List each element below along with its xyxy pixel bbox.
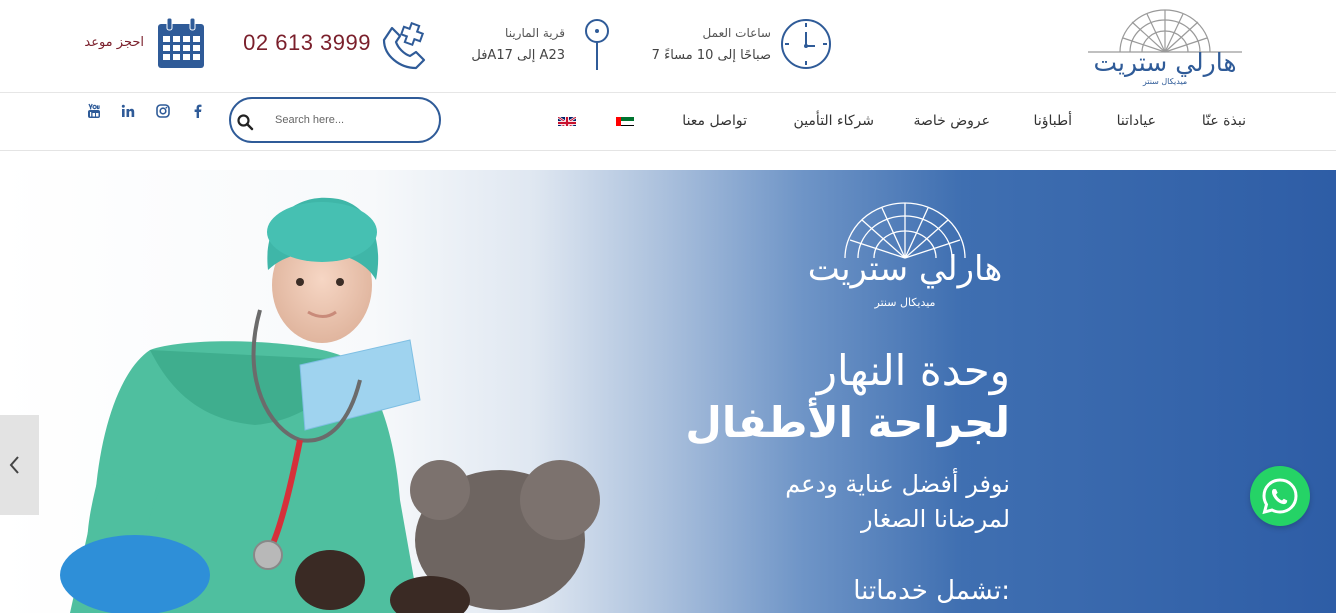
address-value: فلA17 إلى A23 [471, 48, 565, 63]
hours-title: ساعات العمل [702, 26, 771, 40]
linkedin-icon[interactable] [120, 103, 136, 119]
hero-services-heading: تشمل خدماتنا: [853, 576, 1010, 606]
nav-item-contact[interactable]: تواصل معنا [682, 113, 747, 129]
slider-prev-button[interactable] [0, 415, 39, 515]
hero-logo-subtitle: ميديكال سنتر [874, 296, 936, 309]
youtube-icon[interactable] [86, 103, 102, 119]
hero-slider: هارلي ستريت ميديكال سنتر وحدة النهار لجر… [0, 170, 1336, 613]
phone-icon [382, 21, 426, 70]
chevron-left-icon [9, 456, 19, 474]
phone[interactable]: 02 613 3999 [240, 18, 435, 72]
hero-text-line2: لمرضانا الصغار [860, 505, 1010, 533]
calendar-icon [158, 18, 204, 68]
nav-item-about[interactable]: نبذة عنّا [1202, 113, 1246, 129]
location-pin-icon [585, 19, 609, 70]
address: قرية المارينا فلA17 إلى A23 [465, 18, 615, 72]
hero-child-image [60, 197, 600, 613]
facebook-icon[interactable] [190, 103, 206, 119]
hours-value: 7 صباحًا إلى 10 مساءً [651, 48, 771, 63]
address-title: قرية المارينا [505, 26, 565, 40]
instagram-icon[interactable] [155, 103, 171, 119]
clock-icon [781, 19, 831, 69]
logo-name: هارلي ستريت [1093, 48, 1237, 77]
working-hours: ساعات العمل 7 صباحًا إلى 10 مساءً [652, 18, 835, 72]
book-appointment-label[interactable]: احجز موعد [84, 35, 144, 50]
search-input[interactable] [275, 111, 425, 129]
hero-logo-name: هارلي ستريت [807, 249, 1003, 289]
site-logo[interactable]: هارلي ستريت ميديكال سنتر [1086, 6, 1244, 86]
uk-flag-icon[interactable] [558, 114, 576, 126]
phone-number[interactable]: 02 613 3999 [243, 30, 371, 56]
search-box[interactable] [229, 97, 441, 143]
search-icon[interactable] [236, 113, 254, 131]
logo-subtitle: ميديكال سنتر [1142, 77, 1188, 86]
book-appointment[interactable]: احجز موعد [78, 18, 210, 72]
nav-item-offers[interactable]: عروض خاصة [913, 113, 990, 129]
top-header: هارلي ستريت ميديكال سنتر ساعات العمل 7 ص… [0, 0, 1336, 93]
nav-item-clinics[interactable]: عياداتنا [1117, 113, 1156, 129]
whatsapp-icon [1262, 478, 1298, 515]
main-nav: نبذة عنّا عياداتنا أطباؤنا عروض خاصة شرك… [0, 93, 1336, 151]
hero-title-line1: وحدة النهار [816, 346, 1010, 395]
hero-title-line2: لجراحة الأطفال [685, 398, 1010, 447]
whatsapp-button[interactable] [1250, 466, 1310, 526]
hero-logo: هارلي ستريت ميديكال سنتر [790, 200, 1020, 310]
hero-text-line1: نوفر أفضل عناية ودعم [785, 470, 1010, 498]
nav-item-insurance[interactable]: شركاء التأمين [794, 113, 874, 129]
nav-item-doctors[interactable]: أطباؤنا [1034, 113, 1072, 129]
uae-flag-icon[interactable] [616, 114, 634, 126]
